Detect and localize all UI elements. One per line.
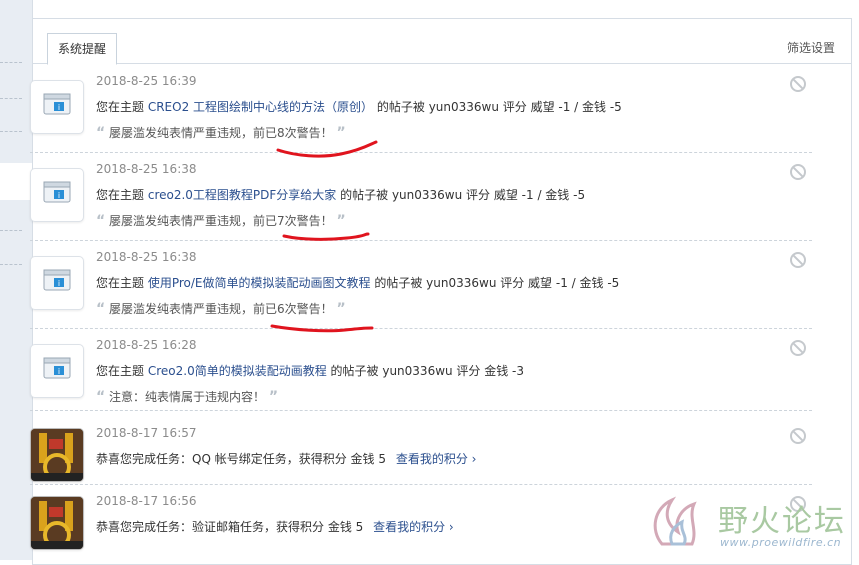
sidebar-fragment-top <box>0 0 33 163</box>
sidebar-divider <box>0 131 22 132</box>
svg-text:i: i <box>58 367 60 376</box>
notice-time: 2018-8-25 16:28 <box>96 338 197 352</box>
topic-link[interactable]: 使用Pro/E做简单的模拟装配动画图文教程 <box>148 276 371 290</box>
notice-item: i 2018-8-25 16:39 您在主题 CREO2 工程图绘制中心线的方法… <box>30 74 812 158</box>
dismiss-icon[interactable] <box>790 76 806 92</box>
red-annotation-underline <box>276 140 378 158</box>
dismiss-icon[interactable] <box>790 164 806 180</box>
view-points-link[interactable]: 查看我的积分 › <box>373 520 454 534</box>
dismiss-icon[interactable] <box>790 340 806 356</box>
notice-time: 2018-8-25 16:38 <box>96 162 197 176</box>
wildfire-logo-icon <box>653 496 697 546</box>
svg-text:i: i <box>58 191 60 200</box>
red-annotation-underline <box>282 232 370 241</box>
notice-message: 您在主题 CREO2 工程图绘制中心线的方法（原创） 的帖子被 yun0336w… <box>96 100 622 114</box>
notice-reason: “ 注意：纯表情属于违规内容！ ” <box>96 389 279 405</box>
notice-message: 您在主题 使用Pro/E做简单的模拟装配动画图文教程 的帖子被 yun0336w… <box>96 276 620 290</box>
topic-link[interactable]: Creo2.0简单的模拟装配动画教程 <box>148 364 327 378</box>
system-notice-icon: i <box>30 256 84 310</box>
watermark-url: www.proewildfire.cn <box>720 536 842 549</box>
site-watermark: 野火论坛 www.proewildfire.cn <box>648 490 848 556</box>
notice-time: 2018-8-25 16:38 <box>96 250 197 264</box>
notice-time: 2018-8-17 16:56 <box>96 494 197 508</box>
svg-text:i: i <box>58 279 60 288</box>
panel-header: 系统提醒 筛选设置 <box>33 19 851 65</box>
sidebar-fragment-bottom <box>0 200 33 560</box>
sidebar-divider <box>0 230 22 231</box>
notice-message: 恭喜您完成任务：QQ 帐号绑定任务，获得积分 金钱 5 查看我的积分 › <box>96 452 477 466</box>
notice-message: 恭喜您完成任务：验证邮箱任务，获得积分 金钱 5 查看我的积分 › <box>96 520 454 534</box>
notice-time: 2018-8-25 16:39 <box>96 74 197 88</box>
sidebar-divider <box>0 264 22 265</box>
topic-link[interactable]: creo2.0工程图教程PDF分享给大家 <box>148 188 336 202</box>
system-notice-icon: i <box>30 168 84 222</box>
red-annotation-underline <box>270 324 374 333</box>
filter-settings-link[interactable]: 筛选设置 <box>787 39 835 56</box>
notice-item: 2018-8-17 16:57 恭喜您完成任务：QQ 帐号绑定任务，获得积分 金… <box>30 426 812 485</box>
notice-message: 您在主题 creo2.0工程图教程PDF分享给大家 的帖子被 yun0336wu… <box>96 188 586 202</box>
watermark-name: 野火论坛 <box>718 504 846 539</box>
dismiss-icon[interactable] <box>790 428 806 444</box>
tab-system-notice[interactable]: 系统提醒 <box>47 33 117 65</box>
notice-item: i 2018-8-25 16:38 您在主题 使用Pro/E做简单的模拟装配动画… <box>30 250 812 333</box>
dismiss-icon[interactable] <box>790 252 806 268</box>
system-notice-icon: i <box>30 80 84 134</box>
user-avatar[interactable] <box>30 496 84 550</box>
view-points-link[interactable]: 查看我的积分 › <box>396 452 477 466</box>
notice-item: i 2018-8-25 16:38 您在主题 creo2.0工程图教程PDF分享… <box>30 162 812 241</box>
topic-link[interactable]: CREO2 工程图绘制中心线的方法（原创） <box>148 100 373 114</box>
svg-text:i: i <box>58 103 60 112</box>
notice-time: 2018-8-17 16:57 <box>96 426 197 440</box>
sidebar-divider <box>0 62 22 63</box>
system-notice-icon: i <box>30 344 84 398</box>
notice-message: 您在主题 Creo2.0简单的模拟装配动画教程 的帖子被 yun0336wu 评… <box>96 364 525 378</box>
user-avatar[interactable] <box>30 428 84 482</box>
notice-item: i 2018-8-25 16:28 您在主题 Creo2.0简单的模拟装配动画教… <box>30 338 812 411</box>
notice-reason: “ 屡屡滥发纯表情严重违规，前已6次警告！ ” <box>96 301 346 317</box>
sidebar-divider <box>0 98 22 99</box>
